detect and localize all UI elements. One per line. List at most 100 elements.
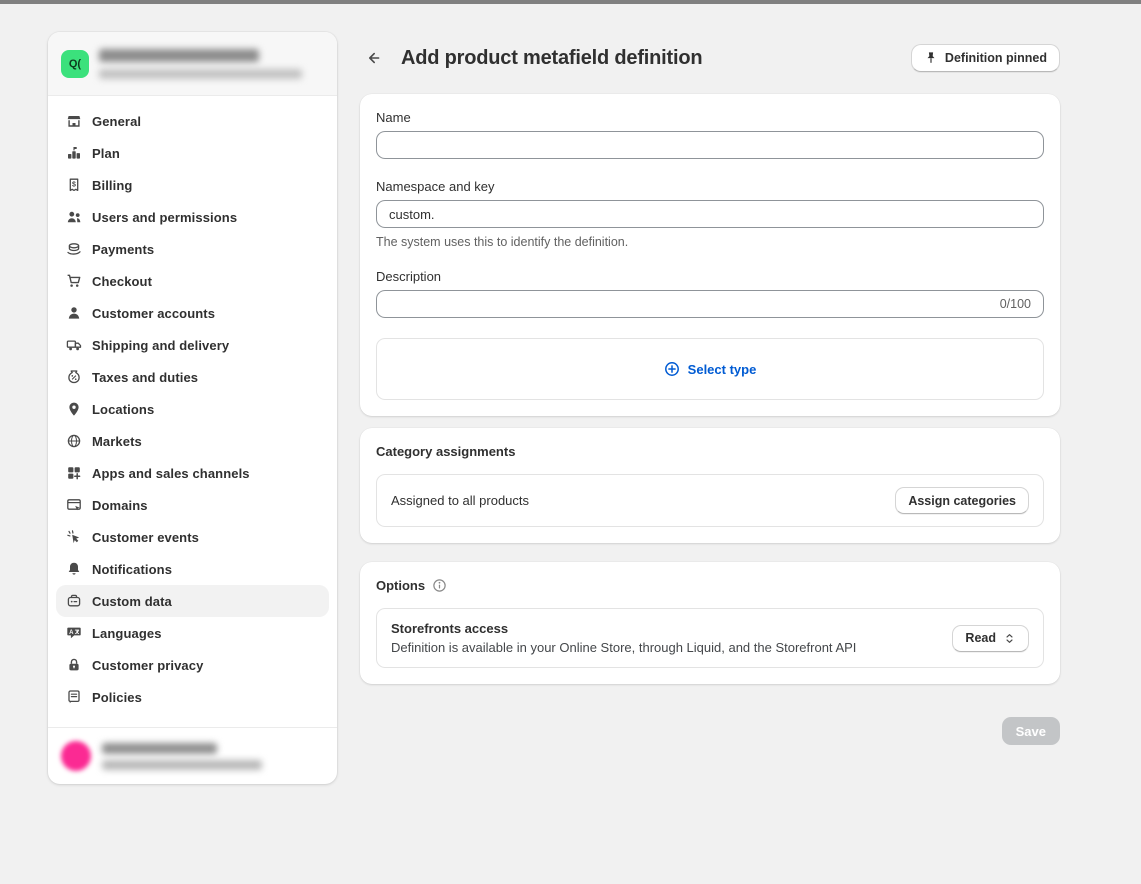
main-content: Add product metafield definition Definit… xyxy=(360,43,1060,745)
lock-icon xyxy=(66,657,82,673)
sidebar-item-label: Customer events xyxy=(92,530,199,545)
sidebar-item-label: Customer accounts xyxy=(92,306,215,321)
description-input[interactable] xyxy=(389,291,992,317)
select-chevrons-icon xyxy=(1003,632,1016,645)
user-avatar xyxy=(61,741,91,771)
user-name-redacted xyxy=(102,743,217,754)
store-icon xyxy=(66,113,82,129)
person-icon xyxy=(66,305,82,321)
sidebar-item-label: Customer privacy xyxy=(92,658,203,673)
sidebar-item-locations[interactable]: Locations xyxy=(56,393,329,425)
user-email-redacted xyxy=(102,760,262,770)
truck-icon xyxy=(66,337,82,353)
save-button[interactable]: Save xyxy=(1002,717,1060,745)
category-assignments-row: Assigned to all products Assign categori… xyxy=(376,474,1044,527)
options-heading-row: Options xyxy=(376,578,1044,593)
custom-data-icon xyxy=(66,593,82,609)
storefronts-access-title: Storefronts access xyxy=(391,621,856,636)
sidebar-item-label: Languages xyxy=(92,626,162,641)
sidebar-item-shipping[interactable]: Shipping and delivery xyxy=(56,329,329,361)
definition-pinned-label: Definition pinned xyxy=(945,51,1047,65)
storefronts-access-texts: Storefronts access Definition is availab… xyxy=(391,621,856,655)
billing-receipt-icon: $ xyxy=(66,177,82,193)
category-assignments-heading: Category assignments xyxy=(376,444,1044,459)
name-field-group: Name xyxy=(376,110,1044,159)
sidebar-item-general[interactable]: General xyxy=(56,105,329,137)
sidebar-item-languages[interactable]: A Languages xyxy=(56,617,329,649)
location-pin-icon xyxy=(66,401,82,417)
back-button[interactable] xyxy=(360,44,388,72)
info-icon[interactable] xyxy=(432,578,447,593)
storefronts-access-select[interactable]: Read xyxy=(952,625,1029,652)
store-url-redacted xyxy=(99,69,302,79)
sidebar-item-notifications[interactable]: Notifications xyxy=(56,553,329,585)
sidebar-item-label: Plan xyxy=(92,146,120,161)
sidebar-item-policies[interactable]: Policies xyxy=(56,681,329,713)
select-type-label: Select type xyxy=(688,362,757,377)
user-account[interactable] xyxy=(48,727,337,784)
bell-icon xyxy=(66,561,82,577)
sidebar-item-label: Users and permissions xyxy=(92,210,237,225)
users-icon xyxy=(66,209,82,225)
globe-icon xyxy=(66,433,82,449)
sidebar-item-customer-accounts[interactable]: Customer accounts xyxy=(56,297,329,329)
namespace-key-input[interactable] xyxy=(376,200,1044,228)
sidebar-item-customer-privacy[interactable]: Customer privacy xyxy=(56,649,329,681)
sidebar-item-taxes[interactable]: Taxes and duties xyxy=(56,361,329,393)
back-arrow-icon xyxy=(364,48,384,68)
sidebar-item-apps-sales-channels[interactable]: Apps and sales channels xyxy=(56,457,329,489)
sidebar-item-label: Domains xyxy=(92,498,148,513)
sidebar-item-plan[interactable]: Plan xyxy=(56,137,329,169)
settings-sidebar: Q( General Plan $ Billing Users and perm… xyxy=(48,32,337,784)
apps-grid-icon xyxy=(66,465,82,481)
sidebar-item-label: Billing xyxy=(92,178,132,193)
options-card: Options Storefronts access Definition is… xyxy=(360,562,1060,684)
cursor-click-icon xyxy=(66,529,82,545)
sidebar-item-label: Taxes and duties xyxy=(92,370,198,385)
sidebar-item-domains[interactable]: Domains xyxy=(56,489,329,521)
assign-categories-button[interactable]: Assign categories xyxy=(895,487,1029,514)
storefronts-access-value: Read xyxy=(965,631,996,645)
page-header: Add product metafield definition Definit… xyxy=(360,43,1060,73)
payments-icon xyxy=(66,241,82,257)
options-heading: Options xyxy=(376,578,425,593)
top-bar xyxy=(0,0,1141,4)
svg-text:$: $ xyxy=(72,181,76,188)
storefronts-access-row: Storefronts access Definition is availab… xyxy=(376,608,1044,668)
storefronts-access-description: Definition is available in your Online S… xyxy=(391,640,856,655)
store-name-redacted xyxy=(99,49,259,62)
sidebar-item-users-permissions[interactable]: Users and permissions xyxy=(56,201,329,233)
sidebar-item-label: Payments xyxy=(92,242,154,257)
category-assignments-card: Category assignments Assigned to all pro… xyxy=(360,428,1060,543)
namespace-help-text: The system uses this to identify the def… xyxy=(376,235,1044,249)
store-identity xyxy=(99,49,302,79)
name-label: Name xyxy=(376,110,1044,125)
sidebar-item-checkout[interactable]: Checkout xyxy=(56,265,329,297)
sidebar-item-label: Shipping and delivery xyxy=(92,338,229,353)
description-input-shell: 0/100 xyxy=(376,290,1044,318)
sidebar-item-label: Markets xyxy=(92,434,142,449)
translate-icon: A xyxy=(66,625,82,641)
name-input[interactable] xyxy=(376,131,1044,159)
browser-icon xyxy=(66,497,82,513)
save-row: Save xyxy=(360,717,1060,745)
user-identity xyxy=(102,743,262,770)
sidebar-item-payments[interactable]: Payments xyxy=(56,233,329,265)
plus-circle-icon xyxy=(664,361,680,377)
sidebar-item-label: Checkout xyxy=(92,274,152,289)
money-bag-icon xyxy=(66,369,82,385)
definition-card: Name Namespace and key The system uses t… xyxy=(360,94,1060,416)
cart-icon xyxy=(66,273,82,289)
namespace-label: Namespace and key xyxy=(376,179,1044,194)
sidebar-item-custom-data[interactable]: Custom data xyxy=(56,585,329,617)
sidebar-item-customer-events[interactable]: Customer events xyxy=(56,521,329,553)
svg-text:A: A xyxy=(69,630,74,636)
select-type-button[interactable]: Select type xyxy=(376,338,1044,400)
sidebar-item-billing[interactable]: $ Billing xyxy=(56,169,329,201)
definition-pinned-button[interactable]: Definition pinned xyxy=(911,44,1060,72)
store-switcher[interactable]: Q( xyxy=(48,32,337,96)
sidebar-item-label: Apps and sales channels xyxy=(92,466,250,481)
sidebar-item-markets[interactable]: Markets xyxy=(56,425,329,457)
store-avatar: Q( xyxy=(61,50,89,78)
policy-doc-icon xyxy=(66,689,82,705)
